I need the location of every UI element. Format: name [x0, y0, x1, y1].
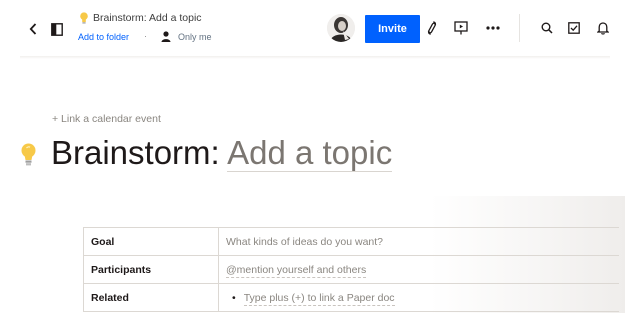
- add-to-folder-link[interactable]: Add to folder: [78, 32, 129, 42]
- related-field[interactable]: • Type plus (+) to link a Paper doc: [218, 283, 619, 312]
- table-row: Goal What kinds of ideas do you want?: [83, 227, 619, 256]
- present-button[interactable]: [453, 20, 469, 36]
- related-placeholder: Type plus (+) to link a Paper doc: [243, 291, 395, 306]
- participants-field[interactable]: @mention yourself and others: [218, 255, 619, 284]
- header-shadow: [20, 56, 610, 59]
- title-placeholder[interactable]: Add a topic: [227, 134, 393, 172]
- table-row: Participants @mention yourself and other…: [83, 255, 619, 284]
- chevron-left-icon: [29, 23, 37, 35]
- more-options-button[interactable]: [484, 21, 502, 35]
- toggle-sidebar-button[interactable]: [50, 21, 64, 37]
- brainstorm-details-table: Goal What kinds of ideas do you want? Pa…: [83, 227, 619, 312]
- tasks-button[interactable]: [567, 21, 581, 35]
- checkbox-icon: [568, 22, 580, 34]
- person-icon: [161, 31, 171, 42]
- lightbulb-icon: [21, 143, 36, 166]
- toolbar-divider: [519, 14, 520, 42]
- link-icon: [427, 21, 437, 35]
- link-calendar-event[interactable]: + Link a calendar event: [52, 113, 161, 125]
- bullet-point: •: [232, 291, 236, 304]
- document-title[interactable]: Brainstorm: Add a topic: [51, 132, 393, 174]
- separator-dot: ·: [144, 31, 147, 41]
- title-prefix: Brainstorm:: [51, 134, 220, 171]
- bell-icon: [597, 22, 609, 35]
- search-button[interactable]: [540, 21, 554, 35]
- participants-placeholder: @mention yourself and others: [226, 263, 367, 278]
- doc-title-breadcrumb: Brainstorm: Add a topic: [93, 12, 202, 24]
- notifications-button[interactable]: [596, 20, 610, 36]
- goal-field[interactable]: What kinds of ideas do you want?: [218, 227, 619, 256]
- sharing-status[interactable]: Only me: [178, 32, 212, 42]
- invite-button[interactable]: Invite: [365, 15, 420, 43]
- ellipsis-icon: [486, 26, 500, 30]
- goal-label: Goal: [83, 227, 219, 256]
- sidebar-icon: [51, 22, 63, 36]
- user-avatar-icon: [327, 14, 355, 42]
- lightbulb-icon: [80, 12, 88, 24]
- back-button[interactable]: [26, 20, 40, 38]
- copy-link-button[interactable]: [424, 19, 440, 37]
- related-label: Related: [83, 283, 219, 312]
- goal-placeholder: What kinds of ideas do you want?: [226, 235, 384, 248]
- search-icon: [541, 22, 553, 34]
- avatar[interactable]: [327, 14, 355, 42]
- present-icon: [454, 21, 468, 35]
- top-bar: Brainstorm: Add a topic Add to folder · …: [0, 0, 625, 56]
- table-row: Related • Type plus (+) to link a Paper d…: [83, 283, 619, 312]
- participants-label: Participants: [83, 255, 219, 284]
